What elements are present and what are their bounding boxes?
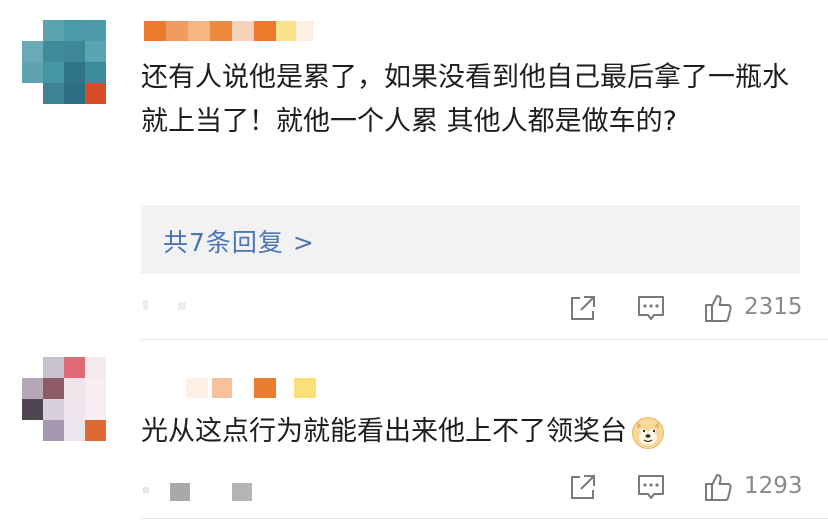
comment-text: 还有人说他是累了，如果没看到他自己最后拿了一瓶水就上当了！就他一个人累 其他人都…: [141, 62, 789, 137]
comment-item: 光从这点行为就能看出来他上不了领奖台 1293: [0, 340, 828, 523]
comment-text: 光从这点行为就能看出来他上不了领奖台: [141, 410, 801, 454]
like-count: 1293: [744, 473, 803, 499]
username-redacted[interactable]: [186, 378, 318, 398]
avatar[interactable]: [22, 357, 106, 441]
share-icon[interactable]: [567, 292, 599, 324]
comment-text-content: 光从这点行为就能看出来他上不了领奖台: [141, 416, 627, 447]
thumbs-up-icon[interactable]: [702, 471, 734, 503]
like-count: 2315: [744, 294, 803, 320]
doge-emoji-icon: [631, 416, 665, 450]
comment-divider: [141, 518, 828, 519]
comment-actions: 1293: [0, 467, 828, 507]
comment-icon[interactable]: [635, 471, 667, 503]
comment-actions: 2315: [0, 292, 828, 332]
share-icon[interactable]: [567, 471, 599, 503]
comment-item: 还有人说他是累了，如果没看到他自己最后拿了一瓶水就上当了！就他一个人累 其他人都…: [0, 0, 828, 330]
comment-icon[interactable]: [635, 292, 667, 324]
username-redacted[interactable]: [144, 21, 314, 41]
replies-label: 共7条回复 >: [163, 228, 315, 257]
thumbs-up-icon[interactable]: [702, 292, 734, 324]
view-replies-button[interactable]: 共7条回复 >: [141, 205, 800, 274]
avatar[interactable]: [22, 20, 106, 104]
